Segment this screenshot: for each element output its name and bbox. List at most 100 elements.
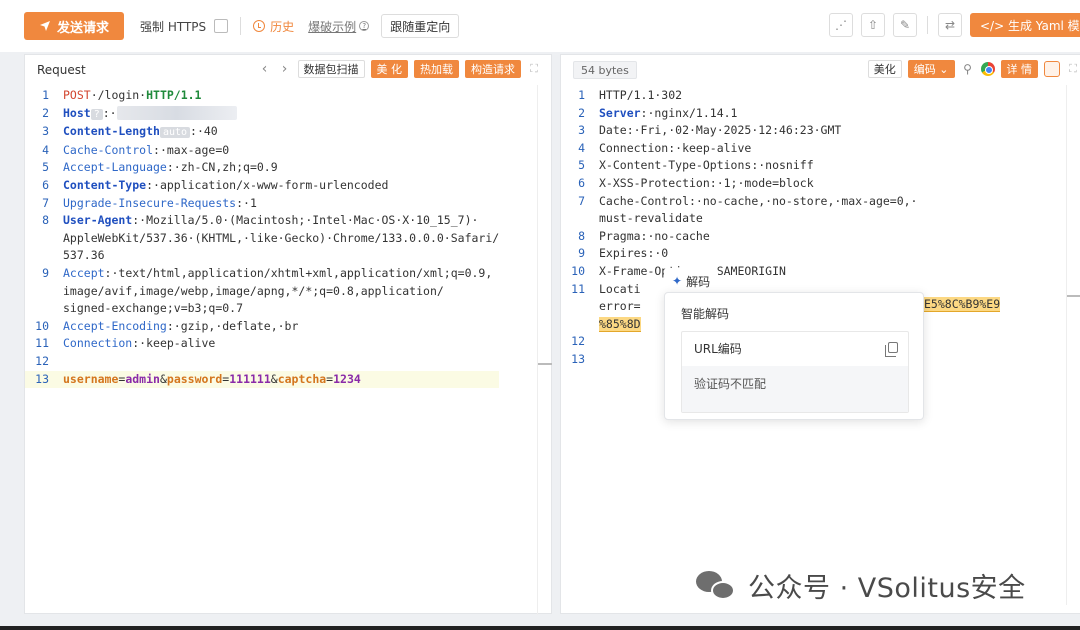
chrome-icon[interactable] bbox=[980, 62, 995, 76]
line-text: Date:·Fri,·02·May·2025·12:46:23·GMT bbox=[599, 122, 841, 140]
send-request-label: 发送请求 bbox=[56, 20, 109, 36]
app-root: 发送请求 强制 HTTPS 历史 爆破示例 ? 跟随重定向 ⋰ ⇧ ✎ ⇄ </… bbox=[0, 0, 1080, 630]
line-text: must-revalidate bbox=[599, 210, 703, 228]
expand-icon[interactable]: ⛶ bbox=[527, 62, 541, 76]
response-panel-actions: 美化 编码 ⌄ ⚲ 详 情 ⛶ bbox=[867, 60, 1080, 78]
response-scrollbar[interactable] bbox=[1066, 85, 1080, 605]
code-line: must-revalidate bbox=[561, 210, 918, 228]
code-token: ·/login· bbox=[90, 88, 147, 102]
code-token: auto bbox=[159, 127, 191, 139]
line-text: POST·/login·HTTP/1.1 bbox=[63, 87, 201, 105]
line-text: error= bbox=[599, 298, 641, 316]
request-scrollbar[interactable] bbox=[537, 85, 552, 615]
code-token: :·Mozilla/5.0·(Macintosh;·Intel·Mac·OS·X… bbox=[132, 213, 479, 228]
top-toolbar: 发送请求 强制 HTTPS 历史 爆破示例 ? 跟随重定向 ⋰ ⇧ ✎ ⇄ </… bbox=[0, 0, 1080, 52]
line-text: Content-Type:·application/x-www-form-url… bbox=[63, 177, 388, 195]
hot-load-button[interactable]: 热加载 bbox=[414, 60, 459, 78]
code-token: AppleWebKit/537.36·(KHTML,·like·Gecko)·C… bbox=[63, 230, 500, 245]
share-icon[interactable]: ⋰ bbox=[829, 13, 853, 37]
line-number: 11 bbox=[35, 336, 49, 351]
code-line: 9 Accept:·text/html,application/xhtml+xml… bbox=[25, 265, 499, 283]
code-line: 1 POST·/login·HTTP/1.1 bbox=[25, 87, 499, 105]
edit-icon[interactable]: ✎ bbox=[893, 13, 917, 37]
code-token: :·application/x-www-form-urlencoded bbox=[146, 177, 389, 192]
line-text: image/avif,image/webp,image/apng,*/*;q=0… bbox=[63, 283, 444, 301]
scroll-marker bbox=[538, 363, 552, 365]
url-decode-result: URL编码 验证码不匹配 bbox=[681, 331, 909, 413]
line-number: 7 bbox=[578, 193, 585, 208]
history-button[interactable]: 历史 bbox=[253, 18, 294, 35]
chevron-left-icon[interactable]: ‹ bbox=[258, 61, 272, 77]
encode-dropdown[interactable]: 编码 ⌄ bbox=[907, 60, 955, 78]
code-line: 4 Cache-Control:·max-age=0 bbox=[25, 142, 499, 160]
response-beautify-button[interactable]: 美化 bbox=[867, 60, 902, 78]
construct-request-button[interactable]: 构造请求 bbox=[465, 60, 521, 78]
code-token: signed-exchange;v=b3;q=0.7 bbox=[63, 301, 244, 316]
watermark-text: 公众号 · VSolitus安全 bbox=[748, 573, 1026, 604]
history-label: 历史 bbox=[270, 19, 295, 34]
code-token: :·text/html,application/xhtml+xml,applic… bbox=[104, 265, 493, 280]
code-line: 8 Pragma:·no-cache bbox=[561, 228, 918, 246]
smart-decode-popup: 智能解码 URL编码 验证码不匹配 bbox=[664, 292, 924, 420]
line-text: Upgrade-Insecure-Requests:·1 bbox=[63, 195, 257, 213]
code-line: 1 HTTP/1.1·302 bbox=[561, 87, 918, 105]
line-text: Accept:·text/html,application/xhtml+xml,… bbox=[63, 265, 492, 283]
chevron-right-icon[interactable]: › bbox=[278, 61, 292, 77]
generate-yaml-template-button[interactable]: </> 生成 Yaml 模板 bbox=[970, 13, 1080, 37]
line-number: 6 bbox=[42, 177, 49, 192]
code-line: 10X-Frame-Options:·SAMEORIGIN bbox=[561, 263, 918, 281]
line-number: 4 bbox=[42, 142, 49, 157]
code-line: 2 Server:·nginx/1.14.1 bbox=[561, 105, 918, 123]
packet-scan-button[interactable]: 数据包扫描 bbox=[297, 60, 365, 78]
force-https-toggle[interactable]: 强制 HTTPS bbox=[140, 18, 229, 35]
code-token: POST bbox=[63, 88, 91, 102]
code-line: 3 Date:·Fri,·02·May·2025·12:46:23·GMT bbox=[561, 122, 918, 140]
code-token: Accept-Language bbox=[63, 160, 167, 175]
decode-popup-tab[interactable]: ✦ 解码 bbox=[664, 268, 719, 294]
line-number: 12 bbox=[571, 334, 585, 349]
export-icon[interactable]: ⇧ bbox=[861, 13, 885, 37]
brute-force-example-link[interactable]: 爆破示例 ? bbox=[308, 18, 370, 35]
code-line: signed-exchange;v=b3;q=0.7 bbox=[25, 300, 499, 318]
code-line: 7 Upgrade-Insecure-Requests:·1 bbox=[25, 195, 499, 213]
code-token: captcha bbox=[277, 371, 327, 386]
response-expand-icon[interactable]: ⛶ bbox=[1066, 62, 1080, 76]
send-icon bbox=[39, 21, 50, 31]
code-line: image/avif,image/webp,image/apng,*/*;q=0… bbox=[25, 283, 499, 301]
code-token: Server bbox=[599, 105, 641, 120]
send-request-button[interactable]: 发送请求 bbox=[24, 12, 124, 40]
details-button[interactable]: 详 情 bbox=[1000, 60, 1038, 78]
line-text: Expires:·0 bbox=[599, 245, 668, 263]
code-line: 3 Content-Length auto:·40 bbox=[25, 123, 499, 142]
line-text: X-XSS-Protection:·1;·mode=block bbox=[599, 175, 814, 193]
line-text: username=admin&password=111111&captcha=1… bbox=[63, 371, 361, 389]
toolbar-right-actions: ⋰ ⇧ ✎ ⇄ </> 生成 Yaml 模板 bbox=[829, 13, 1080, 37]
code-token: X-XSS-Protection:·1;·mode=block bbox=[599, 175, 814, 190]
code-token: Accept-Encoding bbox=[63, 318, 167, 333]
code-line: 7 Cache-Control:·no-cache,·no-store,·max-… bbox=[561, 193, 917, 211]
code-token: password bbox=[166, 371, 223, 386]
comment-icon[interactable] bbox=[1044, 61, 1060, 77]
line-number: 7 bbox=[42, 195, 49, 210]
code-line: 11 Connection:·keep-alive bbox=[25, 335, 499, 353]
code-token: 1234 bbox=[333, 371, 361, 386]
line-number: 4 bbox=[578, 140, 585, 155]
request-editor[interactable]: 1 POST·/login·HTTP/1.1 2 Host?:· 3 Content-Le… bbox=[25, 87, 500, 389]
code-line: 12 bbox=[25, 353, 499, 371]
line-text: %85%8D bbox=[599, 316, 641, 334]
beautify-button[interactable]: 美 化 bbox=[370, 60, 408, 78]
help-icon[interactable]: ? bbox=[359, 21, 370, 31]
search-icon[interactable]: ⚲ bbox=[961, 62, 975, 76]
code-token: :·nginx/1.14.1 bbox=[640, 105, 738, 120]
follow-redirect-button[interactable]: 跟随重定向 bbox=[381, 14, 460, 38]
copy-icon[interactable] bbox=[885, 342, 898, 357]
code-token: Locati bbox=[599, 281, 641, 296]
force-https-checkbox[interactable] bbox=[214, 19, 229, 33]
code-line: 13 username=admin&password=111111&captcha… bbox=[25, 370, 500, 389]
force-https-label: 强制 HTTPS bbox=[140, 19, 207, 34]
wechat-icon bbox=[696, 569, 738, 603]
line-number bbox=[25, 283, 63, 301]
line-text: Accept-Encoding:·gzip,·deflate,·br bbox=[63, 318, 298, 336]
line-number bbox=[561, 298, 599, 316]
swap-icon[interactable]: ⇄ bbox=[938, 13, 962, 37]
